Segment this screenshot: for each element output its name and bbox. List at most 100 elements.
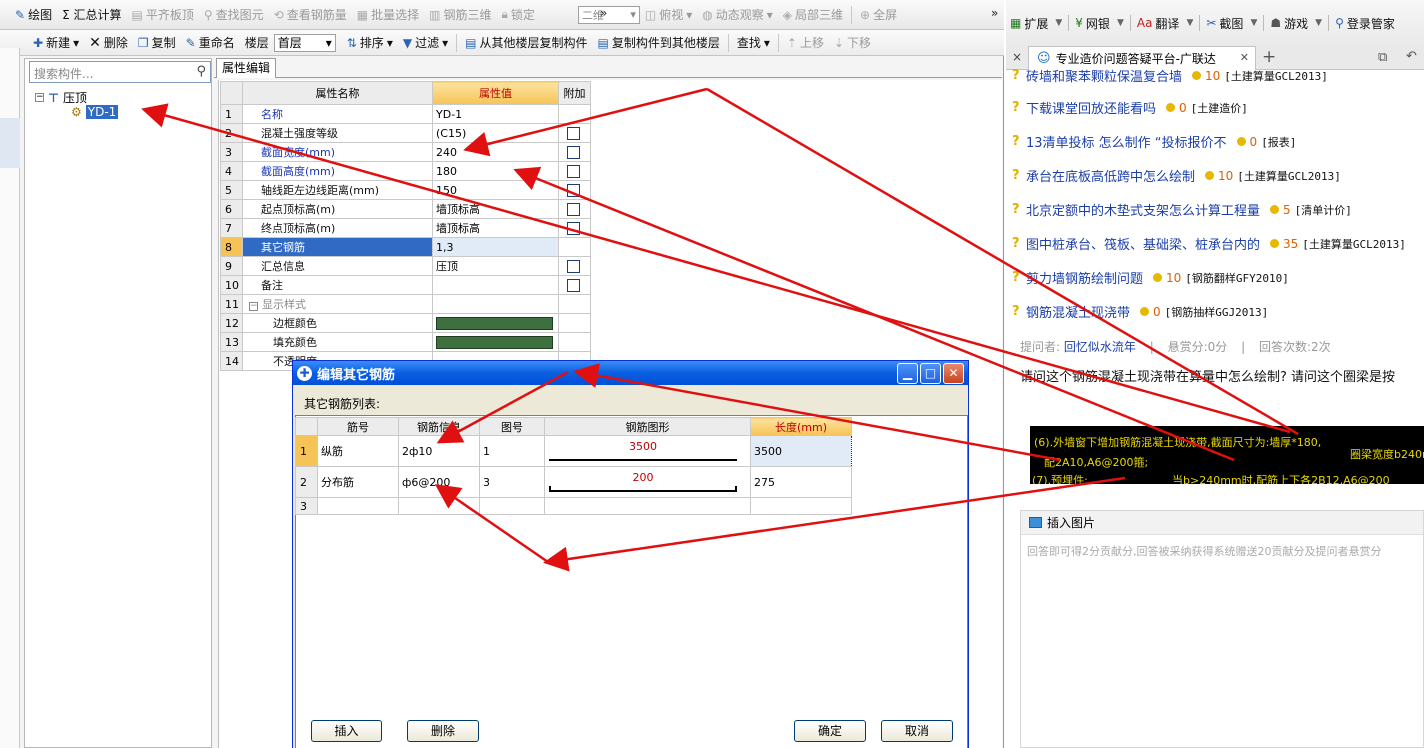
rebar-info-cell[interactable]: ф6@200	[398, 466, 480, 498]
undo-icon[interactable]: ↶	[1406, 49, 1417, 64]
property-value[interactable]: 240	[432, 142, 559, 162]
property-row[interactable]: 9 汇总信息 压顶	[220, 256, 591, 276]
move-up-button[interactable]: ⇡ 上移	[782, 32, 829, 54]
extra-checkbox[interactable]	[567, 164, 580, 178]
rebar-length-cell[interactable]: 3500	[750, 435, 852, 467]
color-swatch[interactable]	[436, 335, 553, 349]
close-button[interactable]: ✕	[943, 363, 964, 384]
rebar-row[interactable]: 1 纵筋 2ф10 1 3500 3500	[295, 435, 852, 467]
restore-window-icon[interactable]: ⧉	[1378, 50, 1387, 65]
component-search-input[interactable]: 搜索构件... ⚲	[29, 61, 211, 83]
extension-button[interactable]: ▦ 扩展 ▼	[1006, 15, 1066, 32]
netbank-button[interactable]: ¥ 网银 ▼	[1071, 15, 1128, 32]
extra-checkbox[interactable]	[567, 183, 580, 197]
asker-link[interactable]: 回忆似水流年	[1064, 340, 1136, 354]
rebar-info-cell[interactable]: 2ф10	[398, 435, 480, 467]
new-button[interactable]: ✚ 新建 ▾	[28, 32, 84, 54]
rebar-name-cell[interactable]: 分布筋	[317, 466, 399, 498]
property-value[interactable]: 180	[432, 161, 559, 181]
tree-node-root[interactable]: − ⊤ 压顶	[35, 89, 87, 106]
question-item[interactable]: ? 北京定额中的木垫式支架怎么计算工程量 5 [清单计价]	[1012, 200, 1352, 219]
question-item[interactable]: ? 13清单投标 怎么制作 “投标报价不 0 [报表]	[1012, 132, 1296, 151]
tab-close-icon[interactable]: ✕	[1240, 51, 1249, 64]
extra-checkbox[interactable]	[567, 278, 580, 292]
question-category[interactable]: [土建算量GCL2013]	[1224, 68, 1328, 84]
property-row[interactable]: 11− 显示样式	[220, 294, 591, 314]
extra-checkbox[interactable]	[567, 126, 580, 140]
question-title-link[interactable]: 钢筋混凝土现浇带	[1026, 302, 1130, 321]
rebar-shape-cell[interactable]: 3500	[544, 435, 751, 467]
copy-button[interactable]: ❐ 复制	[133, 32, 181, 54]
batch-select-button[interactable]: ▦ 批量选择	[352, 4, 424, 26]
property-value[interactable]: 压顶	[432, 256, 559, 276]
rebar-info-cell[interactable]	[398, 497, 480, 515]
property-row[interactable]: 1 名称 YD-1	[220, 104, 591, 124]
property-row[interactable]: 4 截面高度(mm) 180	[220, 161, 591, 181]
question-item[interactable]: ? 剪力墙钢筋绘制问题 10 [钢筋翻样GFY2010]	[1012, 268, 1289, 287]
rebar-shape-cell[interactable]	[544, 497, 751, 515]
view-rebar-qty-button[interactable]: ⟲ 查看钢筋量	[269, 4, 352, 26]
fullscreen-button[interactable]: ⊕ 全屏	[855, 4, 902, 26]
question-item[interactable]: ? 砖墙和聚苯颗粒保温复合墙 10 [土建算量GCL2013]	[1012, 66, 1328, 85]
extra-checkbox[interactable]	[567, 145, 580, 159]
dialog-delete-button[interactable]: 删除	[407, 720, 479, 742]
property-value[interactable]: YD-1	[432, 104, 559, 124]
search-icon[interactable]: ⚲	[196, 64, 206, 79]
draw-button[interactable]: ✎ 绘图	[10, 4, 57, 26]
collapse-icon[interactable]: −	[35, 93, 44, 102]
question-category[interactable]: [清单计价]	[1295, 202, 1352, 218]
new-tab-icon[interactable]: +	[1262, 47, 1276, 67]
property-value[interactable]	[432, 275, 559, 295]
minimize-button[interactable]: ▁	[897, 363, 918, 384]
property-row[interactable]: 8 其它钢筋 1,3	[220, 237, 591, 257]
property-row[interactable]: 7 终点顶标高(m) 墙顶标高	[220, 218, 591, 238]
question-title-link[interactable]: 13清单投标 怎么制作 “投标报价不	[1026, 132, 1227, 151]
rebar-name-cell[interactable]: 纵筋	[317, 435, 399, 467]
property-row[interactable]: 5 轴线距左边线距离(mm) 150	[220, 180, 591, 200]
find-button[interactable]: 查找 ▾	[732, 32, 775, 54]
rebar-shape-cell[interactable]: 200	[544, 466, 751, 498]
extra-checkbox[interactable]	[567, 202, 580, 216]
property-value[interactable]: 1,3	[432, 237, 559, 257]
tree-node-child[interactable]: ⚙ YD-1	[71, 105, 119, 119]
orbit-button[interactable]: ◍ 动态观察 ▾	[697, 4, 778, 26]
extra-checkbox[interactable]	[567, 221, 580, 235]
question-category[interactable]: [钢筋抽样GGJ2013]	[1165, 304, 1269, 320]
delete-button[interactable]: ✕ 删除	[84, 32, 133, 54]
toolbar-more-button[interactable]: »	[600, 6, 607, 20]
move-down-button[interactable]: ⇣ 下移	[829, 32, 876, 54]
question-item[interactable]: ? 下载课堂回放还能看吗 0 [土建造价]	[1012, 98, 1248, 117]
question-title-link[interactable]: 图中桩承台、筏板、基础梁、桩承台内的	[1026, 234, 1260, 253]
property-row[interactable]: 2 混凝土强度等级 (C15)	[220, 123, 591, 143]
rebar-name-cell[interactable]	[317, 497, 399, 515]
view-mode-dropdown[interactable]: 二维 ▾	[577, 5, 640, 24]
question-category[interactable]: [土建算量GCL2013]	[1237, 168, 1341, 184]
rename-button[interactable]: ✎ 重命名	[181, 32, 240, 54]
question-category[interactable]: [土建造价]	[1191, 100, 1248, 116]
question-title-link[interactable]: 承台在底板高低跨中怎么绘制	[1026, 166, 1195, 185]
copy-to-floor-button[interactable]: ▤ 复制构件到其他楼层	[592, 32, 724, 54]
rebar-row[interactable]: 3	[295, 497, 852, 515]
lock-button[interactable]: 🔒︎ 锁定	[496, 4, 539, 26]
property-value[interactable]: (C15)	[432, 123, 559, 143]
insert-image-button[interactable]: 插入图片	[1047, 514, 1095, 531]
question-category[interactable]: [土建算量GCL2013]	[1302, 236, 1406, 252]
property-row[interactable]: 3 截面宽度(mm) 240	[220, 142, 591, 162]
question-title-link[interactable]: 剪力墙钢筋绘制问题	[1026, 268, 1143, 287]
property-value[interactable]: 墙顶标高	[432, 218, 559, 238]
question-category[interactable]: [报表]	[1261, 134, 1296, 150]
property-row[interactable]: 12 边框颜色	[220, 313, 591, 333]
align-slab-top-button[interactable]: ▤ 平齐板顶	[126, 4, 198, 26]
cancel-button[interactable]: 取消	[881, 720, 953, 742]
question-title-link[interactable]: 北京定额中的木垫式支架怎么计算工程量	[1026, 200, 1260, 219]
dialog-title-bar[interactable]: ✚ 编辑其它钢筋	[293, 361, 968, 385]
insert-button[interactable]: 插入	[311, 720, 382, 742]
tab-property-edit[interactable]: 属性编辑	[216, 58, 276, 78]
ok-button[interactable]: 确定	[794, 720, 866, 742]
rebar-3d-button[interactable]: ▥ 钢筋三维	[424, 4, 496, 26]
sum-calc-button[interactable]: Σ 汇总计算	[57, 4, 126, 26]
rebar-row[interactable]: 2 分布筋 ф6@200 3 200 275	[295, 466, 852, 498]
rebar-fig-cell[interactable]: 3	[479, 466, 545, 498]
games-button[interactable]: ☗ 游戏 ▼	[1266, 15, 1326, 32]
extra-checkbox[interactable]	[567, 259, 580, 273]
